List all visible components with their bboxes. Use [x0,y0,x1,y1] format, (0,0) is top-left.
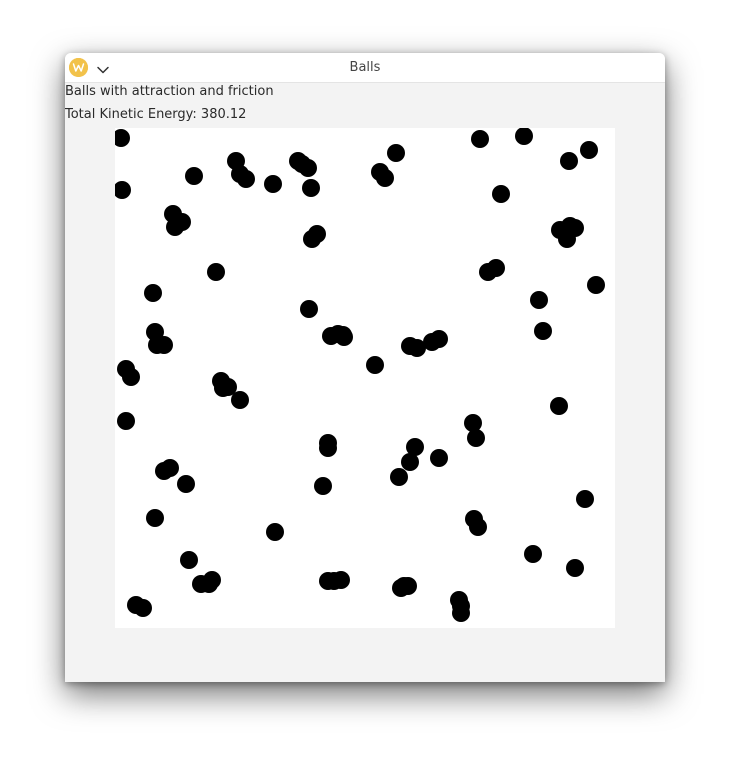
ball [399,577,417,595]
ball [207,263,225,281]
ball [180,551,198,569]
ball [576,490,594,508]
ball [173,213,191,231]
ball [231,391,249,409]
title-bar[interactable]: Balls [65,53,665,83]
ball [390,468,408,486]
ball [299,159,317,177]
app-logo-icon [69,58,88,77]
ball [332,571,350,589]
ball [177,475,195,493]
ball [376,169,394,187]
ball [203,571,221,589]
ball [467,429,485,447]
ball [155,336,173,354]
simulation-canvas[interactable] [115,128,615,628]
ball [430,449,448,467]
ball [580,141,598,159]
ball [134,599,152,617]
ball [469,518,487,536]
ball [387,144,405,162]
ball [366,356,384,374]
ball [302,179,320,197]
ball [566,219,584,237]
ball [524,545,542,563]
ball [115,129,130,147]
ball [117,412,135,430]
ball [452,604,470,622]
ball [115,181,131,199]
ball [319,439,337,457]
ball [146,509,164,527]
app-window: Balls Balls with attraction and friction… [65,53,665,682]
ball [550,397,568,415]
ball [487,259,505,277]
ball [515,128,533,145]
ball [264,175,282,193]
ball [587,276,605,294]
ball [530,291,548,309]
ball [308,225,326,243]
ball [122,368,140,386]
description-label: Balls with attraction and friction [65,84,274,99]
ball [430,330,448,348]
content-area: Balls with attraction and friction Total… [65,83,665,682]
ball [464,414,482,432]
chevron-down-icon[interactable] [96,61,110,74]
ball [237,170,255,188]
ball [314,477,332,495]
ball [335,328,353,346]
ball [534,322,552,340]
ball [401,453,419,471]
ball [566,559,584,577]
window-title: Balls [349,60,381,75]
ball [161,459,179,477]
balls-layer [115,128,605,622]
ball [492,185,510,203]
ball [266,523,284,541]
ball [300,300,318,318]
ball [471,130,489,148]
ball [560,152,578,170]
kinetic-energy-label: Total Kinetic Energy: 380.12 [65,107,247,122]
ball [185,167,203,185]
ball [144,284,162,302]
